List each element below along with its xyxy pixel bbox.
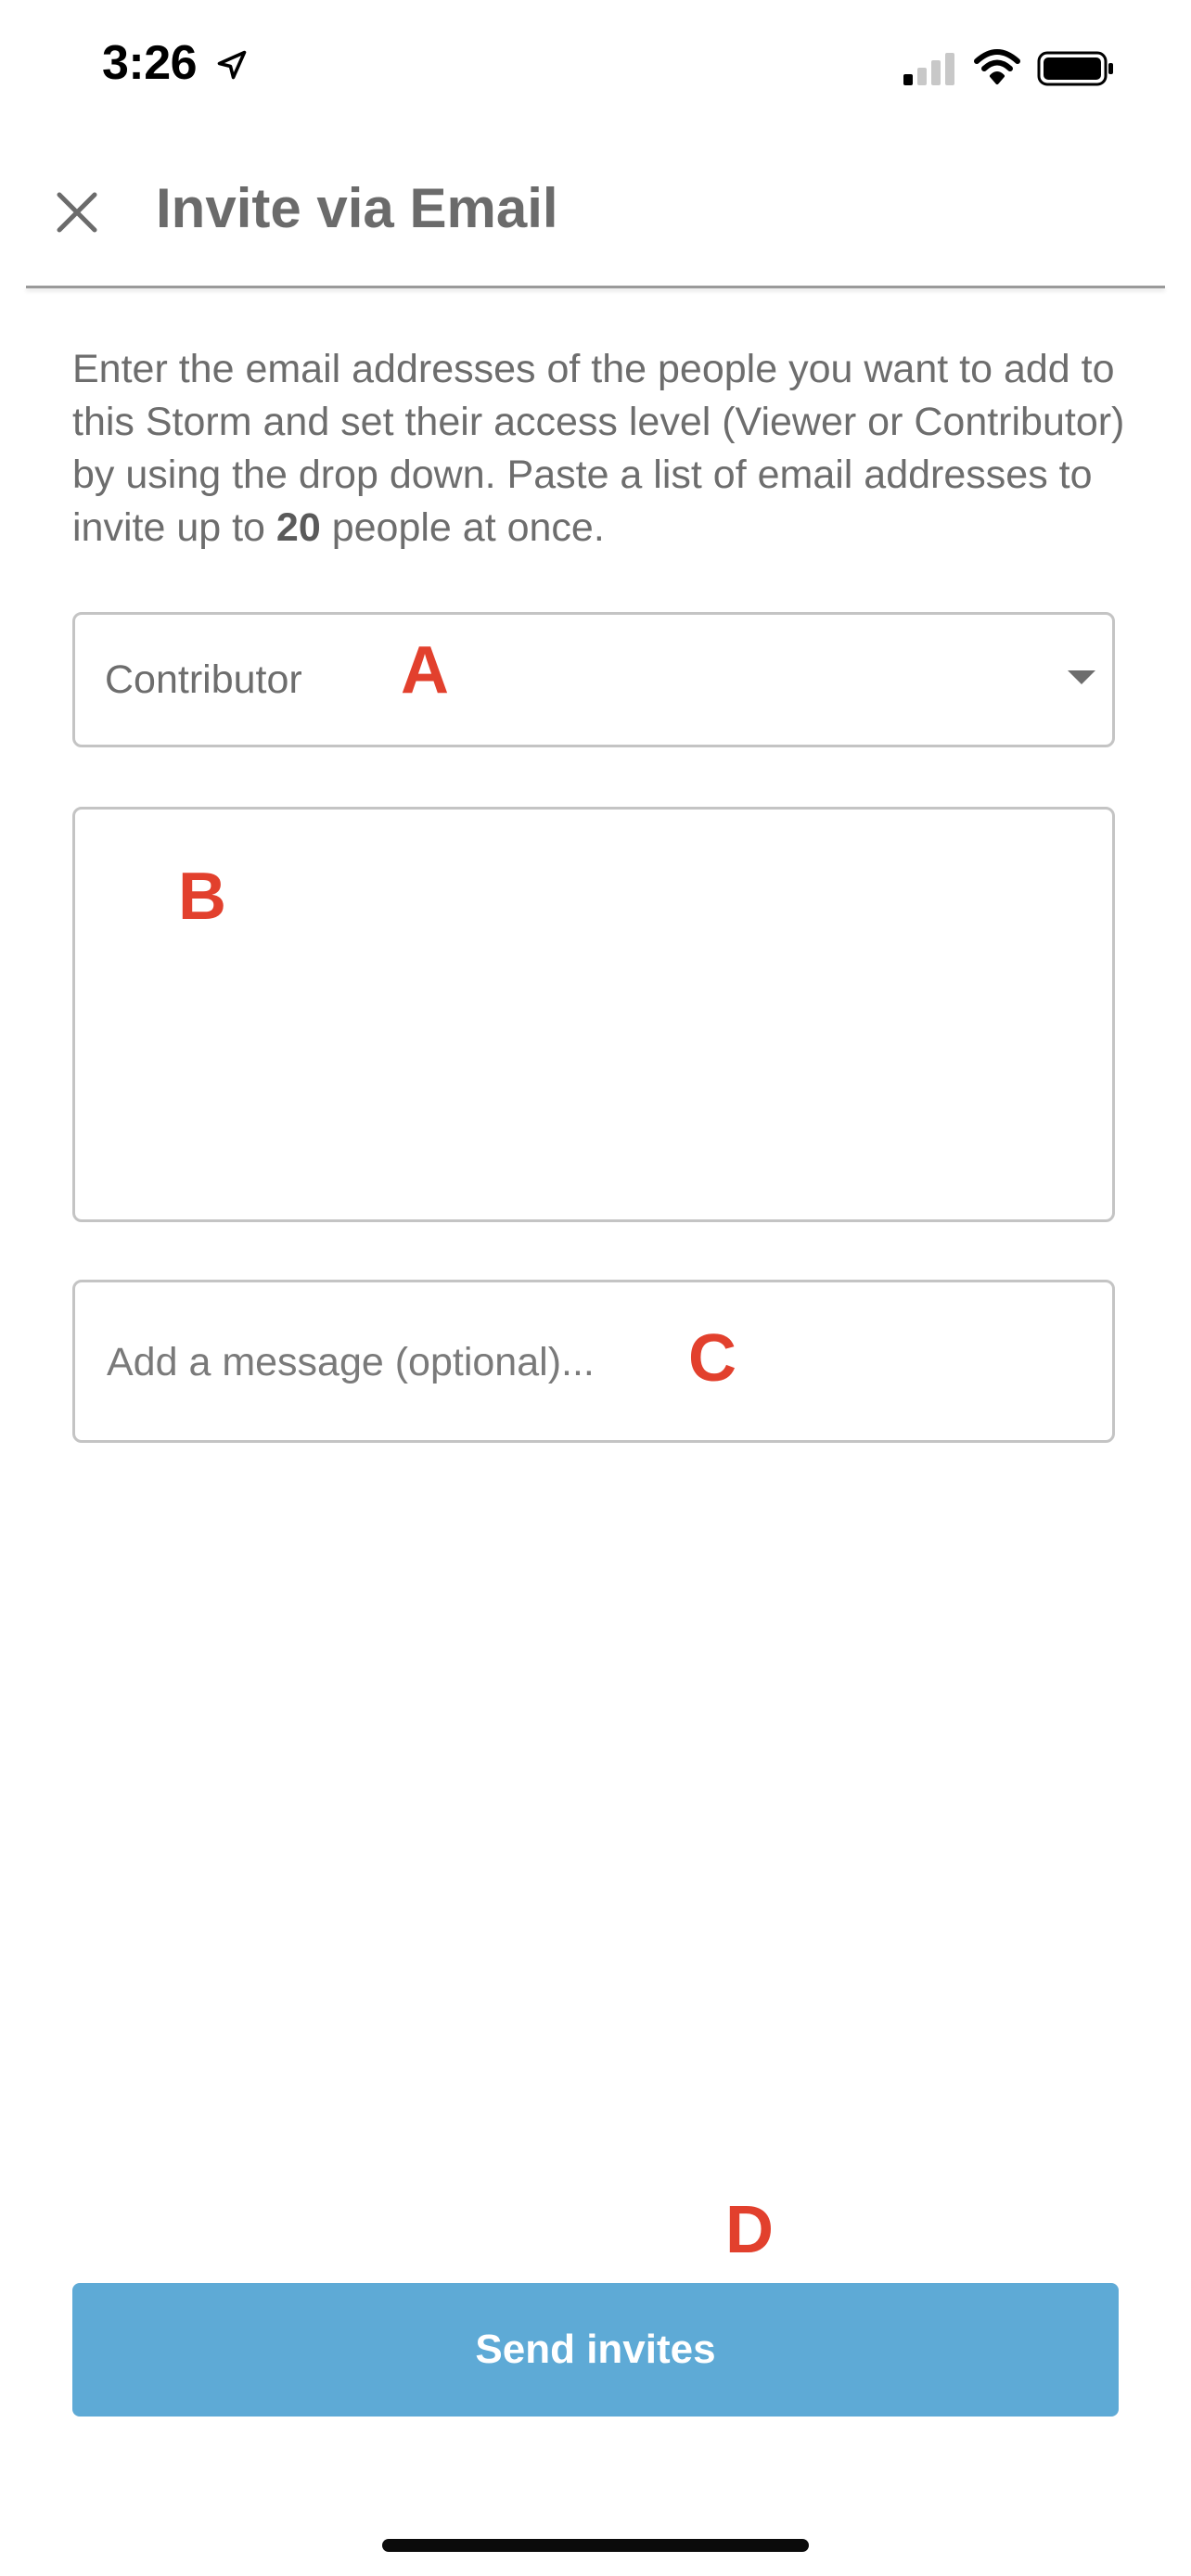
access-level-dropdown[interactable]: Contributor	[72, 612, 1115, 747]
battery-icon	[1037, 51, 1113, 86]
send-invites-label: Send invites	[475, 2327, 716, 2372]
home-indicator[interactable]	[382, 2539, 809, 2552]
caret-down-icon	[1068, 670, 1095, 684]
close-icon	[57, 192, 97, 233]
access-level-value: Contributor	[105, 657, 302, 702]
close-button[interactable]	[46, 182, 108, 243]
location-arrow-icon	[217, 50, 247, 80]
annotation-c: C	[688, 1321, 736, 1396]
annotation-b: B	[178, 860, 226, 934]
email-addresses-field[interactable]	[72, 807, 1115, 1222]
send-invites-button[interactable]: Send invites	[72, 2283, 1119, 2417]
annotation-d: D	[725, 2193, 774, 2267]
annotation-a: A	[401, 633, 449, 708]
header-divider	[26, 286, 1165, 288]
message-placeholder: Add a message (optional)...	[107, 1340, 595, 1384]
message-field[interactable]: Add a message (optional)...	[72, 1280, 1115, 1443]
instructions-text: Enter the email addresses of the people …	[72, 343, 1139, 555]
page-title: Invite via Email	[156, 177, 558, 239]
wifi-icon	[974, 49, 1020, 84]
status-bar: 3:26	[0, 0, 1191, 135]
status-time: 3:26	[102, 36, 198, 90]
invite-via-email-screen: 3:26 Invite via Email Enter the email ad…	[0, 0, 1191, 2576]
invite-limit: 20	[275, 505, 321, 550]
cellular-signal-icon	[903, 53, 954, 85]
header: Invite via Email	[0, 135, 1191, 286]
instructions-text-end: people at once.	[320, 505, 605, 550]
